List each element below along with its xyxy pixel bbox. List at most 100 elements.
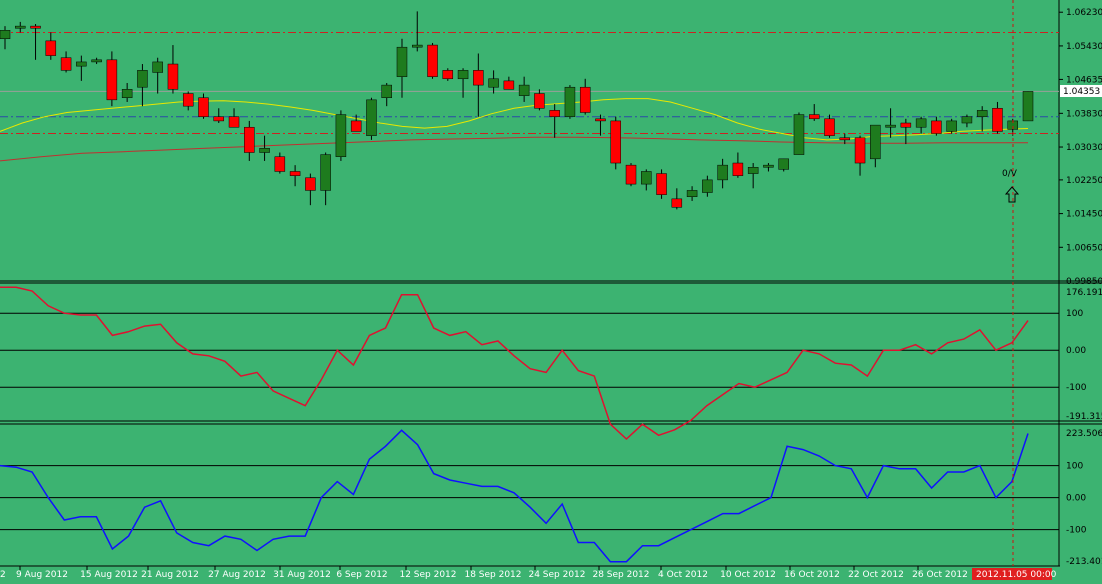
bear-candle	[198, 97, 209, 117]
bear-candle	[625, 164, 637, 185]
cci2-max-label: 223.5068	[1066, 429, 1102, 439]
bull-candle	[778, 158, 789, 170]
cci1-min-label: -191.315	[1066, 412, 1102, 422]
bear-candle	[45, 40, 57, 56]
date-tick-label: 22 Oct 2012	[848, 570, 904, 580]
date-tick-label: 9 Aug 2012	[16, 570, 68, 580]
date-tick-label: 10 Oct 2012	[720, 570, 776, 580]
bear-candle	[732, 162, 744, 176]
bull-candle	[793, 114, 805, 155]
bear-candle	[854, 137, 866, 164]
cci1-zero-label: 0.00	[1066, 346, 1086, 356]
bear-candle	[427, 44, 438, 77]
price-axis-ticks: 1.06230 1.05430 1.04635 1.03830 1.03030 1.022…	[1059, 8, 1102, 287]
bull-candle	[91, 59, 102, 63]
bear-candle	[534, 93, 545, 109]
bear-candle	[289, 171, 301, 176]
bull-candle	[320, 154, 331, 191]
date-tick-label: 21 Aug 2012	[141, 570, 199, 580]
date-tick-label: 18 Sep 2012	[464, 570, 521, 580]
bear-candle	[442, 70, 454, 80]
bear-candle	[182, 93, 194, 107]
current-price-label: 1.04353	[1063, 87, 1100, 97]
price-tick-label: 1.06230	[1066, 8, 1102, 18]
bear-candle	[595, 118, 606, 122]
bear-candle	[808, 114, 820, 120]
bear-candle	[839, 137, 851, 141]
left-edge-label: 2	[0, 570, 6, 580]
bull-candle	[686, 190, 698, 197]
bear-candle	[274, 156, 286, 172]
current-time-label: 2012.11.05 00:00	[976, 570, 1057, 580]
bull-candle	[381, 84, 392, 98]
bull-candle	[152, 61, 163, 73]
bull-candle	[396, 46, 408, 77]
chart-background	[0, 0, 1102, 580]
bull-candle	[702, 179, 713, 193]
bull-candle	[121, 89, 133, 98]
bear-candle	[60, 57, 72, 71]
bull-candle	[885, 124, 896, 128]
bull-candle	[137, 70, 148, 88]
bull-candle	[946, 120, 957, 132]
bull-candle	[1022, 91, 1034, 122]
bear-candle	[610, 120, 621, 164]
date-tick-label: 6 Sep 2012	[336, 570, 387, 580]
bull-candle	[915, 118, 927, 128]
cci2-upper-label: 100	[1066, 462, 1083, 472]
bear-candle	[931, 120, 942, 134]
price-tick-label: 0.99850	[1066, 277, 1102, 287]
chart-svg[interactable]: 1.06230 1.05430 1.04635 1.03830 1.03030 1.022…	[0, 0, 1102, 580]
bear-candle	[671, 198, 683, 208]
price-tick-label: 1.00650	[1066, 243, 1102, 253]
bull-candle	[412, 44, 423, 48]
bear-candle	[824, 118, 835, 136]
bear-candle	[900, 122, 912, 128]
chart-container[interactable]: 1.06230 1.05430 1.04635 1.03830 1.03030 1.022…	[0, 0, 1102, 580]
bear-candle	[167, 63, 179, 90]
bear-candle	[579, 86, 591, 113]
bear-candle	[305, 177, 316, 191]
bear-candle	[213, 116, 225, 122]
price-tick-label: 1.03030	[1066, 143, 1102, 153]
bear-candle	[106, 59, 118, 101]
date-tick-label: 12 Sep 2012	[399, 570, 456, 580]
bear-candle	[244, 126, 255, 153]
price-tick-label: 1.03830	[1066, 109, 1102, 119]
bull-candle	[961, 116, 973, 124]
date-tick-label: 28 Sep 2012	[592, 570, 649, 580]
date-tick-label: 16 Oct 2012	[784, 570, 840, 580]
bear-candle	[656, 173, 667, 195]
date-tick-label: 26 Oct 2012	[912, 570, 968, 580]
bull-candle	[518, 84, 530, 96]
bull-candle	[457, 70, 469, 80]
date-tick-label: 4 Oct 2012	[658, 570, 708, 580]
date-tick-label: 27 Aug 2012	[208, 570, 266, 580]
bear-candle	[549, 110, 560, 117]
bull-candle	[0, 30, 11, 40]
date-tick-label: 31 Aug 2012	[273, 570, 331, 580]
cci2-zero-label: 0.00	[1066, 494, 1086, 504]
bull-candle	[747, 167, 759, 174]
bull-candle	[717, 164, 728, 181]
price-tick-label: 1.04635	[1066, 75, 1102, 85]
bull-candle	[366, 99, 377, 136]
price-tick-label: 1.02250	[1066, 176, 1102, 186]
bear-candle	[992, 108, 1003, 132]
bull-candle	[15, 25, 26, 29]
bull-candle	[976, 110, 988, 117]
price-tick-label: 1.01450	[1066, 210, 1102, 220]
cci2-min-label: -213.401	[1066, 557, 1102, 567]
bull-candle	[76, 61, 87, 67]
bull-candle	[763, 164, 774, 168]
bear-candle	[473, 70, 484, 86]
cci1-lower-label: -100	[1066, 383, 1087, 393]
annotation-label: 0/V	[1002, 169, 1018, 179]
bull-candle	[870, 124, 881, 160]
bull-candle	[259, 148, 270, 153]
cci1-upper-label: 100	[1066, 309, 1083, 319]
bear-candle	[30, 25, 41, 29]
date-tick-label: 24 Sep 2012	[528, 570, 585, 580]
cci2-lower-label: -100	[1066, 526, 1087, 536]
date-tick-label: 15 Aug 2012	[80, 570, 138, 580]
